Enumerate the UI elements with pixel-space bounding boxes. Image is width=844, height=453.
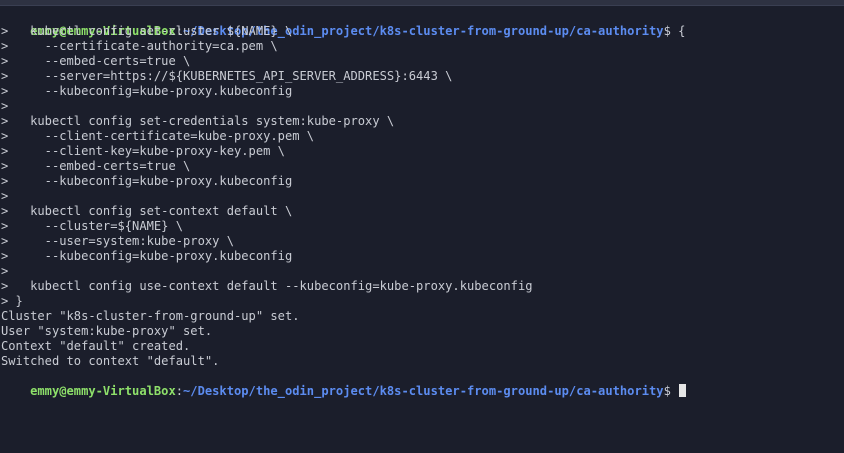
- continuation-line: >: [1, 99, 9, 113]
- terminal-output[interactable]: emmy@emmy-VirtualBox:~/Desktop/the_odin_…: [0, 6, 844, 398]
- continuation-line: > --kubeconfig=kube-proxy.kubeconfig: [1, 249, 293, 263]
- output-line: Cluster "k8s-cluster-from-ground-up" set…: [1, 309, 300, 323]
- typed-command: {: [678, 24, 686, 38]
- continuation-line: > kubectl config set-credentials system:…: [1, 114, 395, 128]
- prompt-line[interactable]: emmy@emmy-VirtualBox:~/Desktop/the_odin_…: [1, 369, 844, 398]
- continuation-line: > --embed-certs=true \: [1, 54, 191, 68]
- output-line: User "system:kube-proxy" set.: [1, 324, 213, 338]
- prompt-separator: :: [175, 384, 184, 398]
- prompt-user-host: emmy@emmy-VirtualBox: [30, 384, 176, 398]
- prompt-suffix: $: [663, 384, 679, 398]
- continuation-line: > }: [1, 294, 23, 308]
- continuation-line: > --embed-certs=true \: [1, 159, 191, 173]
- continuation-line: > --kubeconfig=kube-proxy.kubeconfig: [1, 84, 293, 98]
- continuation-line: >: [1, 189, 9, 203]
- output-line: Context "default" created.: [1, 339, 191, 353]
- continuation-line: >: [1, 264, 9, 278]
- continuation-line: > --client-certificate=kube-proxy.pem \: [1, 129, 315, 143]
- continuation-line: > --server=https://${KUBERNETES_API_SERV…: [1, 69, 453, 83]
- continuation-line: > kubectl config set-context default \: [1, 204, 293, 218]
- output-line: Switched to context "default".: [1, 354, 220, 368]
- prompt-suffix: $: [663, 24, 679, 38]
- prompt-path: ~/Desktop/the_odin_project/k8s-cluster-f…: [183, 384, 664, 398]
- prompt-line: emmy@emmy-VirtualBox:~/Desktop/the_odin_…: [1, 9, 844, 38]
- continuation-line: > --client-key=kube-proxy-key.pem \: [1, 144, 285, 158]
- continuation-line: > --kubeconfig=kube-proxy.kubeconfig: [1, 174, 293, 188]
- continuation-line: > --certificate-authority=ca.pem \: [1, 39, 278, 53]
- continuation-line: > --cluster=${NAME} \: [1, 219, 184, 233]
- continuation-line: > --user=system:kube-proxy \: [1, 234, 234, 248]
- continuation-line: > kubectl config use-context default --k…: [1, 279, 533, 293]
- text-cursor[interactable]: [679, 384, 687, 397]
